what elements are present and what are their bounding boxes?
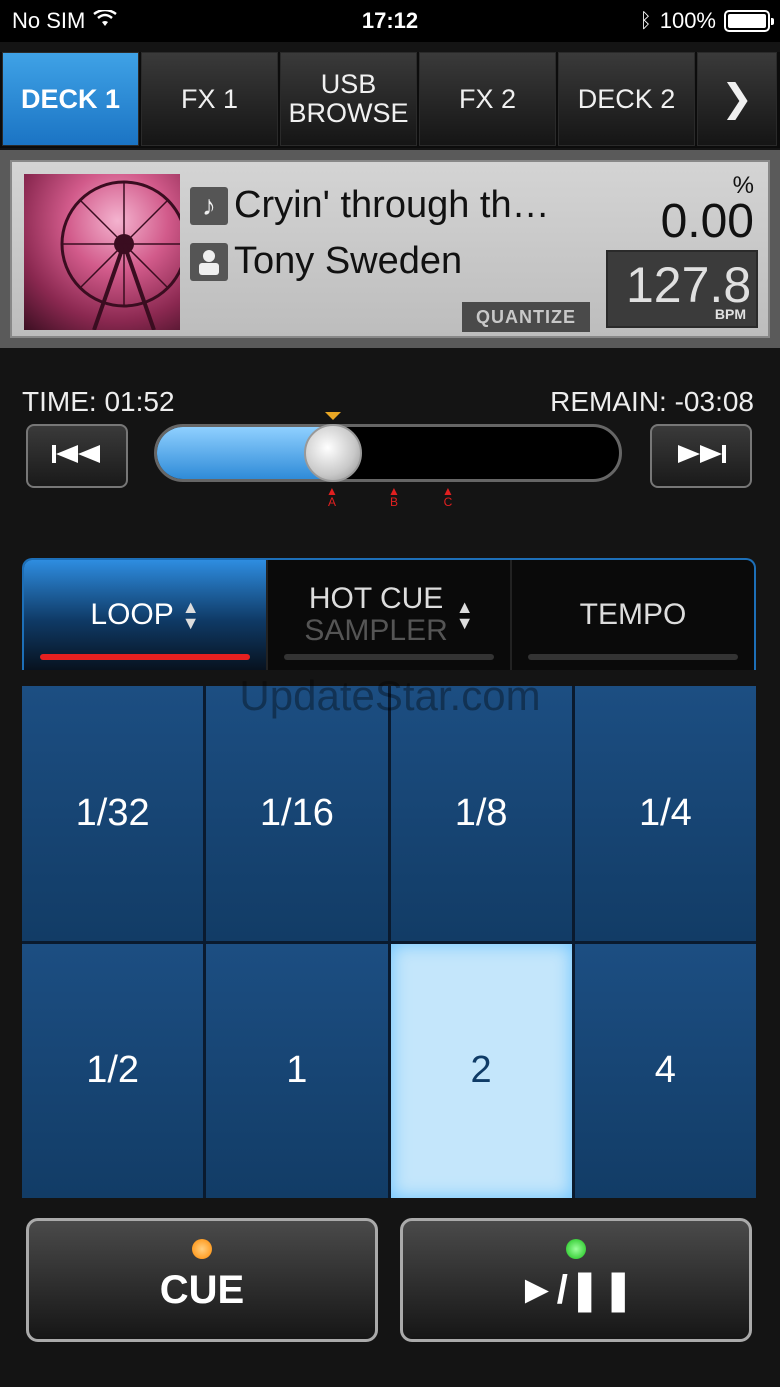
artist-icon: [190, 242, 228, 281]
bpm-unit: BPM: [714, 306, 746, 322]
up-down-icon: ▲ ▼: [455, 597, 474, 633]
tab-deck-2[interactable]: DECK 2: [558, 52, 695, 146]
mode-tempo-label: TEMPO: [579, 598, 687, 631]
loop-active-indicator: [40, 654, 250, 660]
seek-bar[interactable]: [154, 424, 622, 482]
mode-sampler-label: SAMPLER: [304, 614, 448, 647]
loop-pad-grid: 1/32 1/16 1/8 1/4 1/2 1 2 4: [22, 686, 756, 1198]
skip-back-icon: [50, 441, 104, 472]
up-down-icon: ▲ ▼: [181, 597, 200, 633]
mode-loop-tab[interactable]: LOOP ▲ ▼: [24, 560, 268, 670]
bpm-display: 127.8 BPM: [606, 250, 758, 328]
pad-1-16[interactable]: 1/16: [206, 686, 388, 941]
play-pause-button[interactable]: ►/❚❚: [400, 1218, 752, 1342]
album-artwork: [24, 174, 180, 330]
pad-2[interactable]: 2: [390, 943, 572, 1198]
cue-button[interactable]: CUE: [26, 1218, 378, 1342]
cue-marker-b: ▲ B: [388, 484, 400, 509]
pad-1-32[interactable]: 1/32: [22, 686, 204, 941]
track-title: Cryin' through th…: [234, 184, 550, 226]
play-led-indicator: [566, 1239, 586, 1259]
playhead-marker-icon: [325, 412, 341, 420]
seek-knob[interactable]: [304, 424, 362, 482]
mode-hotcue-label: HOT CUE: [308, 582, 444, 615]
skip-forward-icon: [674, 441, 728, 472]
pad-1-4[interactable]: 1/4: [574, 686, 756, 941]
previous-track-button[interactable]: [26, 424, 128, 488]
hotcue-indicator: [284, 654, 494, 660]
track-info-panel: ♪ Cryin' through th… Tony Sweden QUANTIZ…: [0, 150, 780, 348]
mode-tempo-tab[interactable]: TEMPO: [512, 560, 754, 670]
elapsed-time: TIME: 01:52: [22, 386, 175, 417]
cue-marker-c: ▲ C: [442, 484, 454, 509]
pad-mode-bar: LOOP ▲ ▼ HOT CUE SAMPLER ▲ ▼ TEMPO: [22, 558, 756, 670]
tab-fx-1[interactable]: FX 1: [141, 52, 278, 146]
status-bar: No SIM 17:12 ᛒ 100%: [0, 0, 780, 42]
tab-usb-browse[interactable]: USB BROWSE: [280, 52, 417, 146]
pad-4[interactable]: 4: [574, 943, 756, 1198]
cue-led-indicator: [192, 1239, 212, 1259]
quantize-button[interactable]: QUANTIZE: [462, 302, 590, 332]
next-track-button[interactable]: [650, 424, 752, 488]
music-note-icon: ♪: [190, 186, 228, 225]
play-pause-icon: ►/❚❚: [517, 1268, 635, 1312]
cue-marker-a: ▲ A: [326, 484, 338, 509]
track-artist: Tony Sweden: [234, 240, 463, 282]
next-tab-arrow-icon[interactable]: ❯: [697, 52, 777, 146]
cue-label: CUE: [159, 1267, 245, 1312]
pad-1[interactable]: 1: [206, 943, 388, 1198]
top-tab-bar: DECK 1 FX 1 USB BROWSE FX 2 DECK 2 ❯: [0, 52, 780, 148]
tempo-indicator: [528, 654, 738, 660]
battery-icon: [724, 10, 774, 32]
remaining-time: REMAIN: -03:08: [550, 386, 754, 417]
pitch-display: % 0.00: [660, 172, 754, 248]
pad-1-8[interactable]: 1/8: [390, 686, 572, 941]
tab-fx-2[interactable]: FX 2: [419, 52, 556, 146]
tab-deck-1[interactable]: DECK 1: [2, 52, 139, 146]
bluetooth-icon: ᛒ: [639, 9, 652, 32]
mode-hotcue-sampler-tab[interactable]: HOT CUE SAMPLER ▲ ▼: [268, 560, 512, 670]
mode-loop-label: LOOP: [90, 598, 174, 631]
pitch-value: 0.00: [660, 195, 754, 248]
battery-percent: 100%: [659, 8, 716, 33]
seek-progress-fill: [157, 427, 328, 479]
pad-1-2[interactable]: 1/2: [22, 943, 204, 1198]
